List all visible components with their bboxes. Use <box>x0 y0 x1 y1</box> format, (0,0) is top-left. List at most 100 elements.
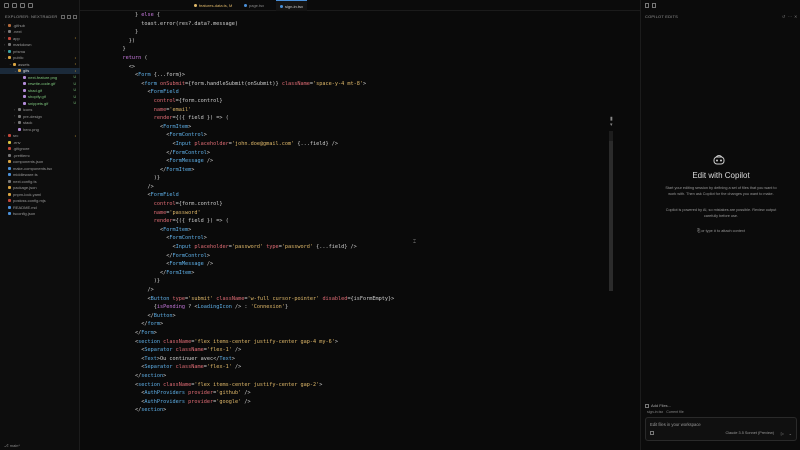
files-icon[interactable] <box>4 3 9 8</box>
chat-icon[interactable] <box>645 3 649 8</box>
code-line: <FormControl> <box>110 235 207 242</box>
folder-icon <box>18 108 21 112</box>
history-icon[interactable]: ↺ <box>782 14 785 19</box>
tree-label: public <box>13 55 24 61</box>
tree-label: app <box>13 35 20 41</box>
send-options-icon[interactable]: ⌄ <box>789 431 792 436</box>
code-line: <FormControl> <box>110 132 207 139</box>
text-cursor-icon: ⌶ <box>413 239 417 245</box>
folder-icon <box>8 23 11 27</box>
more-icon[interactable]: ⋯ <box>788 14 792 19</box>
code-line: name='email' <box>153 106 192 113</box>
tree-label: stack <box>23 120 33 126</box>
code-line: <Input placeholder='password' type='pass… <box>110 244 357 251</box>
code-line: <section className='flex items-center ju… <box>110 338 339 345</box>
code-line: /> <box>110 183 154 190</box>
tab-page[interactable]: page.tsx <box>240 0 268 11</box>
file-icon <box>8 153 11 157</box>
code-line: </FormControl> <box>110 252 210 259</box>
tab-features-data[interactable]: features-data.ts, M <box>190 0 236 11</box>
new-file-icon[interactable] <box>61 14 65 19</box>
extensions-icon[interactable] <box>28 3 33 8</box>
code-line: render={({ field }) => ( <box>153 218 229 225</box>
code-line: <FormMessage /> <box>110 261 214 268</box>
tab-label: page.tsx <box>249 3 265 8</box>
edits-icon[interactable] <box>652 3 656 8</box>
input-placeholder: Edit files in your workspace <box>650 422 701 427</box>
code-editor[interactable]: } else { toast.error(res?.data?.message)… <box>80 11 640 450</box>
file-icon <box>23 88 26 92</box>
copilot-description: Start your editing session by defining a… <box>665 186 777 196</box>
search-icon[interactable] <box>12 3 17 8</box>
scroll-markers: ▮ ▾ <box>610 116 613 128</box>
send-icon[interactable]: ▷ <box>781 431 784 436</box>
tree-label: .gitignore <box>13 146 30 152</box>
code-line: </section> <box>110 372 167 379</box>
branch-label: main* <box>9 443 20 448</box>
code-line: <Separator className='flex-1' /> <box>110 364 242 371</box>
code-line: }) <box>110 37 135 44</box>
tree-label: prisma <box>13 48 26 54</box>
current-file-chip[interactable]: sign-in.tsx Current file <box>647 410 684 414</box>
explorer-title: EXPLORER: NEXTRADER <box>5 14 58 19</box>
tree-label: shopify.gif <box>28 94 46 100</box>
code-line: <FormMessage /> <box>110 158 214 165</box>
model-selector[interactable]: Claude 3.5 Sonnet (Preview) <box>725 431 774 435</box>
explorer-sidebar: EXPLORER: NEXTRADER › .github › .next › app • ›… <box>0 0 80 450</box>
code-line: )} <box>110 278 160 285</box>
tree-label: rewrite-code.gif <box>28 81 56 87</box>
new-folder-icon[interactable] <box>67 14 71 19</box>
add-files-button[interactable]: Add Files... <box>645 403 671 408</box>
branch-indicator[interactable]: ⎇ main* <box>4 443 20 448</box>
tree-label: snippets.gif <box>28 100 49 106</box>
tree-label: tsconfig.json <box>13 211 36 217</box>
git-status-badge: U <box>73 101 76 106</box>
code-line: return ( <box>122 54 148 61</box>
git-status-badge: • <box>74 68 76 73</box>
code-line: {isPending ? <LoadingIcon /> : 'Connexio… <box>110 304 289 311</box>
file-icon <box>8 179 11 183</box>
tab-label: sign-in.tsx <box>285 3 304 9</box>
copilot-panel: COPILOT EDITS ↺ ⋯ ✕ Edit with Copilot St… <box>640 0 800 450</box>
file-icon <box>23 101 26 105</box>
code-line: <Form {...form}> <box>110 72 185 79</box>
code-line: </Form> <box>110 329 157 336</box>
folder-icon <box>8 49 11 53</box>
tree-label: make-components.tsx <box>13 165 53 171</box>
source-control-icon[interactable] <box>20 3 25 8</box>
copilot-header-title: COPILOT EDITS <box>645 14 678 19</box>
folder-icon <box>8 43 11 47</box>
editor-tabbar: features-data.ts, M page.tsx sign-in.tsx <box>80 0 640 11</box>
file-tree: › .github › .next › app • › markdown › prisma ⌄ publ… <box>0 22 80 217</box>
git-status-badge: • <box>74 133 76 138</box>
add-file-icon <box>645 403 649 408</box>
tree-label: middleware.ts <box>13 172 38 178</box>
copilot-input[interactable]: Edit files in your workspace Claude 3.5 … <box>645 417 797 441</box>
git-status-badge: U <box>73 75 76 80</box>
git-status-badge: U <box>73 94 76 99</box>
tab-label: features-data.ts, M <box>199 3 233 8</box>
tree-label: .github <box>13 22 26 28</box>
code-line: </FormItem> <box>110 166 195 173</box>
git-status-badge: • <box>74 62 76 67</box>
folder-icon <box>13 62 16 66</box>
tree-label: pnpm-lock.yaml <box>13 191 42 197</box>
git-status-badge: U <box>73 88 76 93</box>
file-icon <box>8 199 11 203</box>
scrollbar-thumb[interactable] <box>609 141 613 291</box>
file-icon <box>23 82 26 86</box>
code-line: <FormField <box>110 89 179 96</box>
git-status-badge: • <box>74 36 76 41</box>
paperclip-icon[interactable] <box>650 431 654 435</box>
code-line: </FormItem> <box>110 269 195 276</box>
copilot-logo-icon <box>713 155 725 165</box>
code-content[interactable]: } else { toast.error(res?.data?.message)… <box>110 11 394 415</box>
tree-file[interactable]: tsconfig.json <box>0 211 80 218</box>
git-status-badge: U <box>73 81 76 86</box>
close-icon[interactable]: ✕ <box>794 14 797 19</box>
tree-label: next-feature.png <box>28 74 58 80</box>
tab-sign-in[interactable]: sign-in.tsx <box>276 0 308 11</box>
collapse-icon[interactable] <box>73 14 77 19</box>
code-line: /> <box>110 287 154 293</box>
code-line: <Separator className='flex-1' /> <box>110 347 242 354</box>
